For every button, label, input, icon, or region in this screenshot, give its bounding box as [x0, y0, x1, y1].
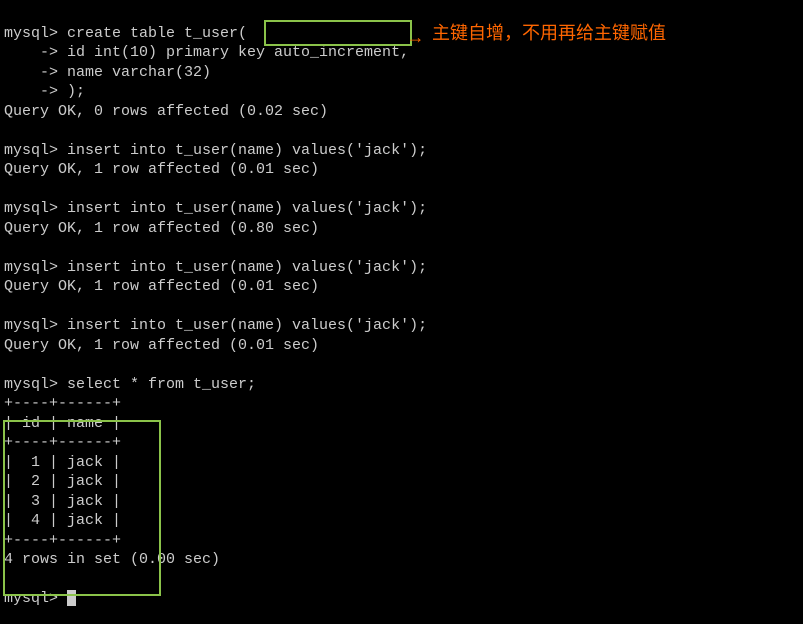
terminal-line: Query OK, 1 row affected (0.80 sec)	[4, 220, 319, 237]
terminal-line: Query OK, 1 row affected (0.01 sec)	[4, 278, 319, 295]
cursor-icon	[67, 590, 76, 606]
terminal-line: mysql> insert into t_user(name) values('…	[4, 200, 427, 217]
terminal-prompt[interactable]: mysql>	[4, 590, 67, 607]
terminal-output: mysql> create table t_user( -> id int(10…	[0, 0, 803, 613]
table-border: +----+------+	[4, 532, 121, 549]
table-border: +----+------+	[4, 395, 121, 412]
table-row: | 2 | jack |	[4, 473, 121, 490]
table-border: +----+------+	[4, 434, 121, 451]
terminal-line: Query OK, 1 row affected (0.01 sec)	[4, 337, 319, 354]
table-row: | 3 | jack |	[4, 493, 121, 510]
arrow-icon: →	[410, 28, 421, 51]
terminal-line: Query OK, 1 row affected (0.01 sec)	[4, 161, 319, 178]
terminal-line: mysql> create table t_user(	[4, 25, 247, 42]
terminal-line: -> id int(10) primary key auto_increment…	[4, 44, 409, 61]
terminal-line: mysql> select * from t_user;	[4, 376, 256, 393]
terminal-line: mysql> insert into t_user(name) values('…	[4, 259, 427, 276]
terminal-line: -> name varchar(32)	[4, 64, 211, 81]
terminal-line: 4 rows in set (0.00 sec)	[4, 551, 220, 568]
table-header: | id | name |	[4, 415, 121, 432]
terminal-line: -> );	[4, 83, 85, 100]
table-row: | 4 | jack |	[4, 512, 121, 529]
table-row: | 1 | jack |	[4, 454, 121, 471]
terminal-line: mysql> insert into t_user(name) values('…	[4, 317, 427, 334]
annotation-text: 主键自增，不用再给主键赋值	[432, 22, 666, 45]
terminal-line: mysql> insert into t_user(name) values('…	[4, 142, 427, 159]
terminal-line: Query OK, 0 rows affected (0.02 sec)	[4, 103, 328, 120]
